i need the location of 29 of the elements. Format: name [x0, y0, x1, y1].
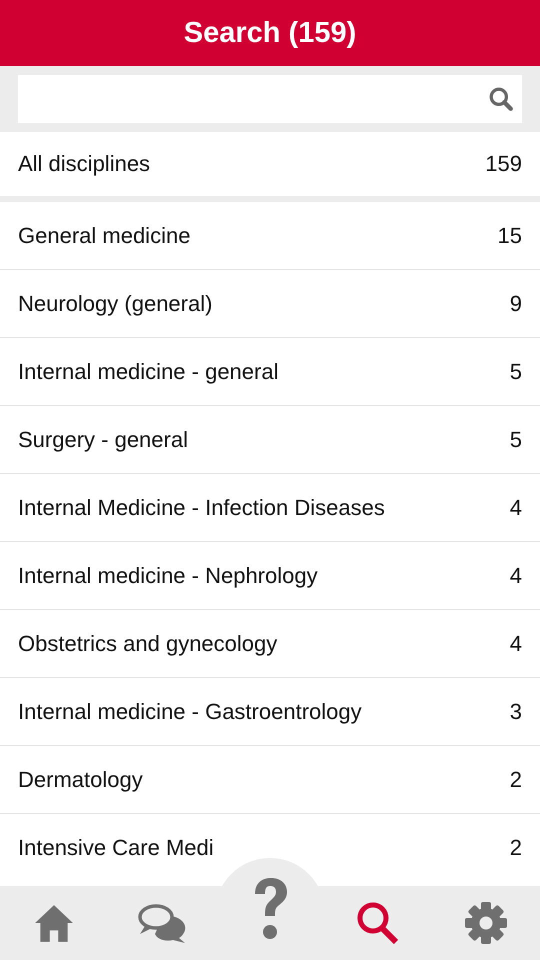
result-count: 4: [510, 562, 522, 588]
discipline-name: Intensive Care Medi: [18, 835, 214, 861]
discipline-name: Obstetrics and gynecology: [18, 630, 278, 656]
discipline-name: Neurology (general): [18, 290, 212, 316]
result-count: 5: [510, 358, 522, 384]
discipline-name: Dermatology: [18, 766, 143, 792]
discipline-name: Internal Medicine - Infection Diseases: [18, 494, 385, 520]
result-count: 159: [485, 151, 522, 177]
chat-icon[interactable]: [137, 902, 187, 944]
result-count: 5: [510, 426, 522, 452]
result-count: 4: [510, 494, 522, 520]
search-icon[interactable]: [356, 901, 400, 945]
search-field[interactable]: [18, 75, 522, 123]
discipline-name: Internal medicine - Nephrology: [18, 562, 318, 588]
result-count: 4: [510, 630, 522, 656]
result-count: 2: [510, 766, 522, 792]
page-title: Search (159): [184, 16, 356, 50]
search-icon[interactable]: [488, 86, 514, 112]
discipline-name: General medicine: [18, 222, 190, 248]
discipline-name: All disciplines: [18, 151, 150, 177]
result-count: 15: [498, 222, 522, 248]
discipline-name: Internal medicine - general: [18, 358, 278, 384]
discipline-name: Internal medicine - Gastroentrology: [18, 698, 362, 724]
result-count: 2: [510, 835, 522, 861]
list-item[interactable]: All disciplines 159: [0, 132, 540, 196]
settings-icon[interactable]: [464, 901, 508, 945]
result-count: 9: [510, 290, 522, 316]
discipline-name: Surgery - general: [18, 426, 188, 452]
result-count: 3: [510, 698, 522, 724]
